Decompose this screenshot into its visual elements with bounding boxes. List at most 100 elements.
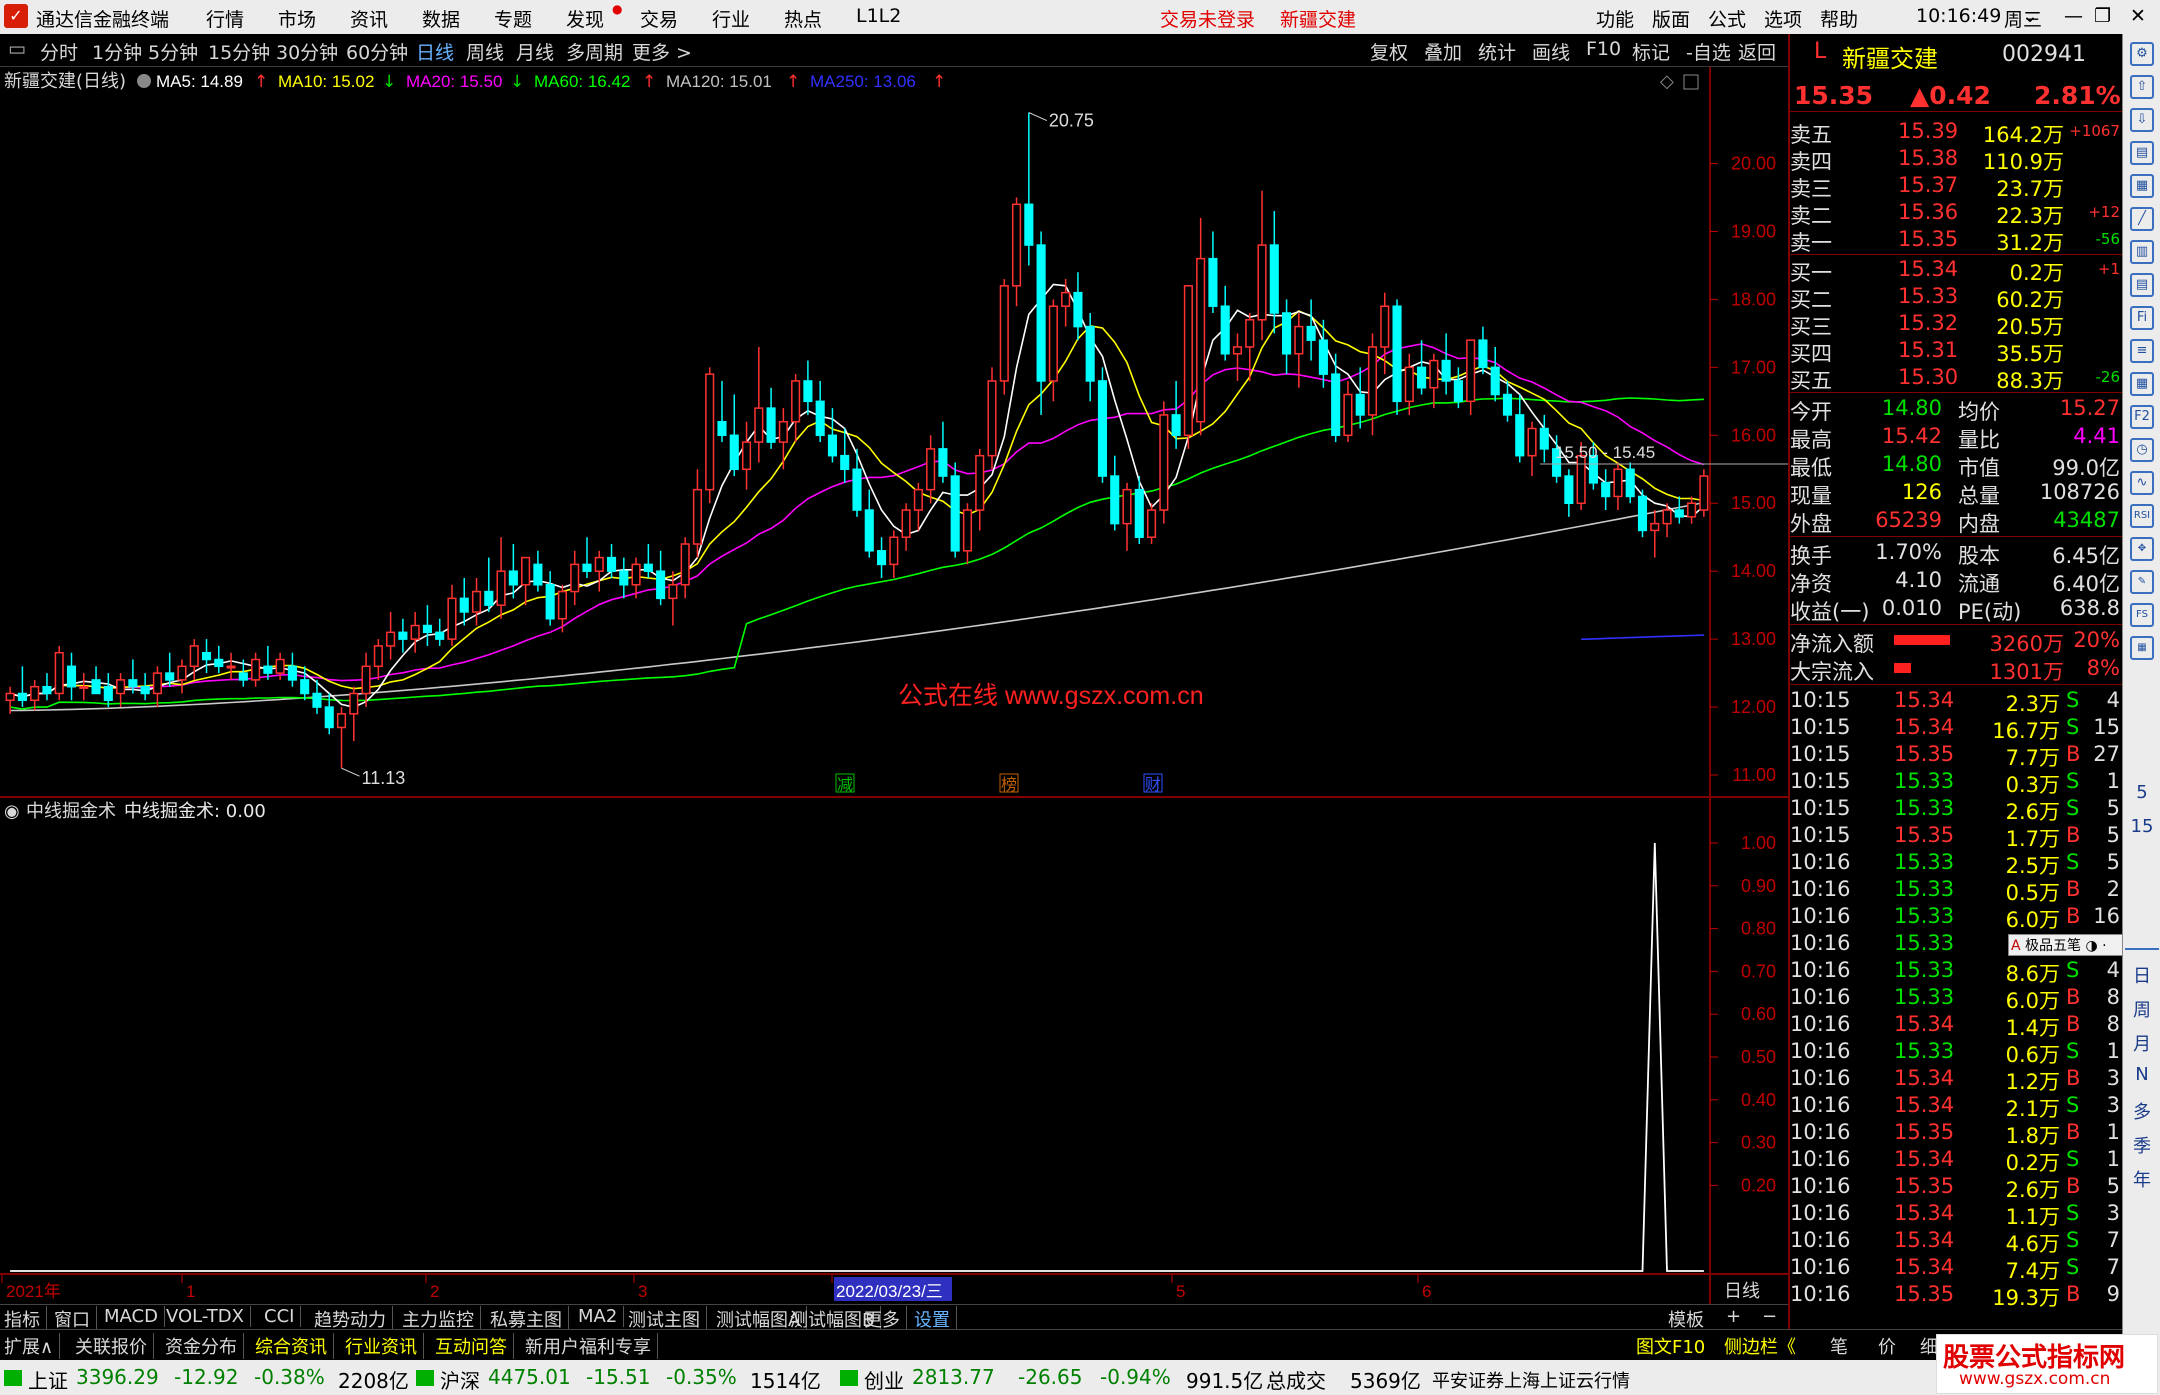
table2-icon[interactable]: ▦: [2130, 372, 2154, 396]
indicator-tab-8[interactable]: MA2: [578, 1306, 625, 1327]
window-menu-2[interactable]: 公式: [1708, 5, 1746, 32]
tool-button-5[interactable]: 标记: [1632, 38, 1670, 65]
arrow-up-icon[interactable]: ⇧: [2130, 75, 2154, 99]
menu-5[interactable]: 发现: [566, 5, 604, 32]
menu-0[interactable]: 行情: [206, 5, 244, 32]
table-icon[interactable]: ▤: [2130, 273, 2154, 297]
info-tab-5[interactable]: 互动问答: [435, 1333, 514, 1359]
period-tab-7[interactable]: 周线: [466, 38, 504, 65]
sidebar-period-num[interactable]: 5: [2123, 782, 2160, 803]
indicator-toggle-icon[interactable]: ◉: [4, 801, 20, 822]
tab-tool-1[interactable]: +: [1726, 1306, 1741, 1327]
index-name[interactable]: 沪深: [440, 1365, 480, 1394]
event-tag-label[interactable]: 减: [837, 775, 853, 794]
menu-8[interactable]: 热点: [784, 5, 822, 32]
sidebar-period-5[interactable]: 季: [2123, 1132, 2160, 1158]
doc-icon[interactable]: ≡: [2130, 339, 2154, 363]
minimize-icon[interactable]: —: [2064, 5, 2083, 27]
period-tab-10[interactable]: 更多 >: [632, 38, 692, 65]
menu-9[interactable]: L1L2: [856, 5, 901, 27]
info-tab-2[interactable]: 资金分布: [165, 1333, 244, 1359]
side-tab-0[interactable]: 图文F10: [1636, 1333, 1705, 1359]
period-tab-8[interactable]: 月线: [516, 38, 554, 65]
chart-line-icon[interactable]: ╱: [2130, 207, 2154, 231]
period-tab-3[interactable]: 15分钟: [208, 38, 270, 65]
bid-row[interactable]: 买五 15.30 88.3万 -26: [1790, 364, 2124, 393]
chevron-down-icon[interactable]: ⌄: [2022, 5, 2038, 27]
ask-row[interactable]: 卖四 15.38 110.9万: [1790, 145, 2124, 174]
indicator-tab-2[interactable]: MACD: [104, 1306, 165, 1327]
period-tab-1[interactable]: 1分钟: [92, 38, 142, 65]
bid-row[interactable]: 买四 15.31 35.5万: [1790, 337, 2124, 366]
ime-popup[interactable]: A 极品五笔 ◑ ·: [2008, 934, 2126, 956]
ask-row[interactable]: 卖三 15.37 23.7万: [1790, 172, 2124, 201]
period-tab-5[interactable]: 60分钟: [346, 38, 408, 65]
ime-moon-icon[interactable]: ◑ ·: [2081, 938, 2106, 954]
menu-3[interactable]: 数据: [422, 5, 460, 32]
event-tag-label[interactable]: 榜: [1001, 775, 1017, 794]
index-name[interactable]: 创业: [864, 1365, 904, 1394]
tool-button-6[interactable]: -自选: [1686, 38, 1731, 65]
fund-icon[interactable]: Fi: [2130, 306, 2154, 330]
list-icon[interactable]: ▦: [2130, 174, 2154, 198]
info-tab-0[interactable]: 扩展∧: [4, 1333, 61, 1359]
gear-icon[interactable]: ⚙: [2130, 42, 2154, 66]
period-tab-2[interactable]: 5分钟: [148, 38, 198, 65]
indicator-tab-3[interactable]: VOL-TDX: [166, 1306, 251, 1327]
tool-button-0[interactable]: 复权: [1370, 38, 1408, 65]
sidebar-period-4[interactable]: 多: [2123, 1098, 2160, 1124]
sidebar-period-0[interactable]: 日: [2123, 962, 2160, 988]
menu-6[interactable]: 交易: [640, 5, 678, 32]
tool-button-7[interactable]: 返回: [1738, 38, 1776, 65]
tab-tool-2[interactable]: −: [1762, 1306, 1777, 1327]
f2-icon[interactable]: F2: [2130, 405, 2154, 429]
kline-chart[interactable]: 20.00 19.00 18.00 17.00 16.00 15.00 14.00 13.00…: [0, 67, 1788, 1304]
ime-mode-icon[interactable]: A: [2011, 938, 2025, 954]
restore-icon[interactable]: ❐: [2094, 5, 2111, 27]
pen-icon[interactable]: ✎: [2130, 570, 2154, 594]
tool-button-4[interactable]: F10: [1586, 38, 1621, 60]
sidebar-period-2[interactable]: 月: [2123, 1030, 2160, 1056]
book-icon[interactable]: ▤: [2130, 141, 2154, 165]
period-tab-9[interactable]: 多周期: [566, 38, 623, 65]
period-tab-4[interactable]: 30分钟: [276, 38, 338, 65]
info-tab-6[interactable]: 新用户福利专享: [525, 1333, 658, 1359]
sidebar-period-1[interactable]: 周: [2123, 996, 2160, 1022]
bar-icon[interactable]: ▥: [2130, 240, 2154, 264]
indicator-tab-4[interactable]: CCI: [264, 1306, 302, 1327]
ask-row[interactable]: 卖二 15.36 22.3万 +12: [1790, 199, 2124, 228]
index-name[interactable]: 上证: [28, 1365, 68, 1394]
sidebar-period-num[interactable]: 15: [2123, 816, 2160, 837]
side-tab-1[interactable]: 侧边栏《: [1724, 1333, 1796, 1359]
sidebar-period-6[interactable]: 年: [2123, 1166, 2160, 1192]
bid-row[interactable]: 买三 15.32 20.5万: [1790, 310, 2124, 339]
menu-1[interactable]: 市场: [278, 5, 316, 32]
tool-button-1[interactable]: 叠加: [1424, 38, 1462, 65]
menu-2[interactable]: 资讯: [350, 5, 388, 32]
window-menu-1[interactable]: 版面: [1652, 5, 1690, 32]
legend-toggle-icon[interactable]: [137, 74, 151, 88]
info-tab-3[interactable]: 综合资讯: [255, 1333, 334, 1359]
menu-4[interactable]: 专题: [494, 5, 532, 32]
grid-icon[interactable]: ▦: [2130, 636, 2154, 660]
tool-button-2[interactable]: 统计: [1478, 38, 1516, 65]
bid-row[interactable]: 买二 15.33 60.2万: [1790, 283, 2124, 312]
menu-7[interactable]: 行业: [712, 5, 750, 32]
close-icon[interactable]: ✕: [2130, 5, 2146, 27]
period-tab-0[interactable]: 分时: [40, 38, 78, 65]
side-tab-3[interactable]: 价: [1878, 1333, 1896, 1359]
login-status[interactable]: 交易未登录: [1160, 5, 1255, 32]
window-menu-0[interactable]: 功能: [1596, 5, 1634, 32]
move-icon[interactable]: ✥: [2130, 537, 2154, 561]
sidebar-period-3[interactable]: N: [2123, 1064, 2160, 1085]
info-tab-4[interactable]: 行业资讯: [345, 1333, 424, 1359]
rsi-icon[interactable]: RSI: [2130, 504, 2154, 528]
info-tab-1[interactable]: 关联报价: [75, 1333, 154, 1359]
wave-icon[interactable]: ∿: [2130, 471, 2154, 495]
clock-icon[interactable]: ◷: [2130, 438, 2154, 462]
toolbar-grid-icon[interactable]: ▭: [8, 38, 26, 60]
event-tag-label[interactable]: 财: [1145, 775, 1161, 794]
arrow-down-icon[interactable]: ⇩: [2130, 108, 2154, 132]
tool-button-3[interactable]: 画线: [1532, 38, 1570, 65]
ask-row[interactable]: 卖五 15.39 164.2万 +1067: [1790, 118, 2124, 147]
